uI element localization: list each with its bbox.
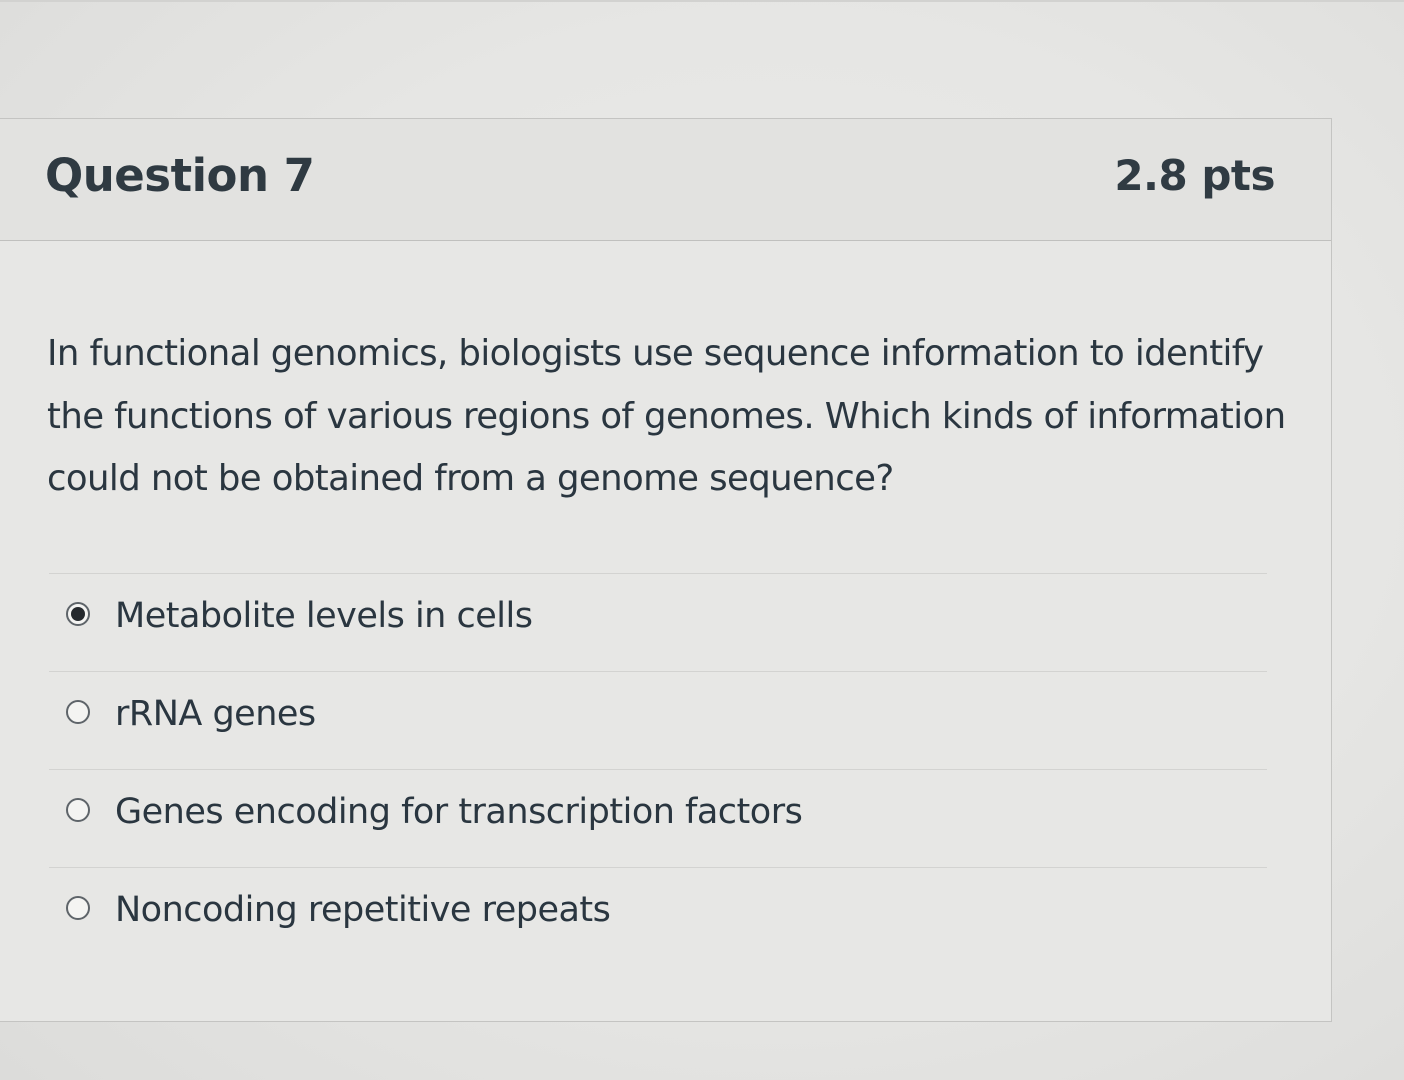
- top-divider: [0, 0, 1404, 2]
- question-card: Question 7 2.8 pts In functional genomic…: [0, 118, 1332, 1022]
- answer-option[interactable]: rRNA genes: [49, 671, 1267, 769]
- question-text: In functional genomics, biologists use s…: [47, 333, 1286, 499]
- radio-selected-icon[interactable]: [66, 602, 90, 626]
- answer-option[interactable]: Metabolite levels in cells: [49, 573, 1267, 671]
- radio-unselected-icon[interactable]: [66, 798, 90, 822]
- answer-label[interactable]: Noncoding repetitive repeats: [115, 887, 611, 933]
- answer-label[interactable]: rRNA genes: [115, 691, 316, 737]
- answer-option[interactable]: Noncoding repetitive repeats: [49, 867, 1267, 965]
- answer-label[interactable]: Genes encoding for transcription factors: [115, 789, 803, 835]
- answer-label[interactable]: Metabolite levels in cells: [115, 593, 533, 639]
- question-header: Question 7 2.8 pts: [0, 119, 1331, 241]
- answer-list: Metabolite levels in cells rRNA genes Ge…: [49, 573, 1267, 965]
- question-title: Question 7: [45, 149, 315, 202]
- radio-unselected-icon[interactable]: [66, 700, 90, 724]
- radio-unselected-icon[interactable]: [66, 896, 90, 920]
- answer-option[interactable]: Genes encoding for transcription factors: [49, 769, 1267, 867]
- question-points: 2.8 pts: [1114, 151, 1275, 200]
